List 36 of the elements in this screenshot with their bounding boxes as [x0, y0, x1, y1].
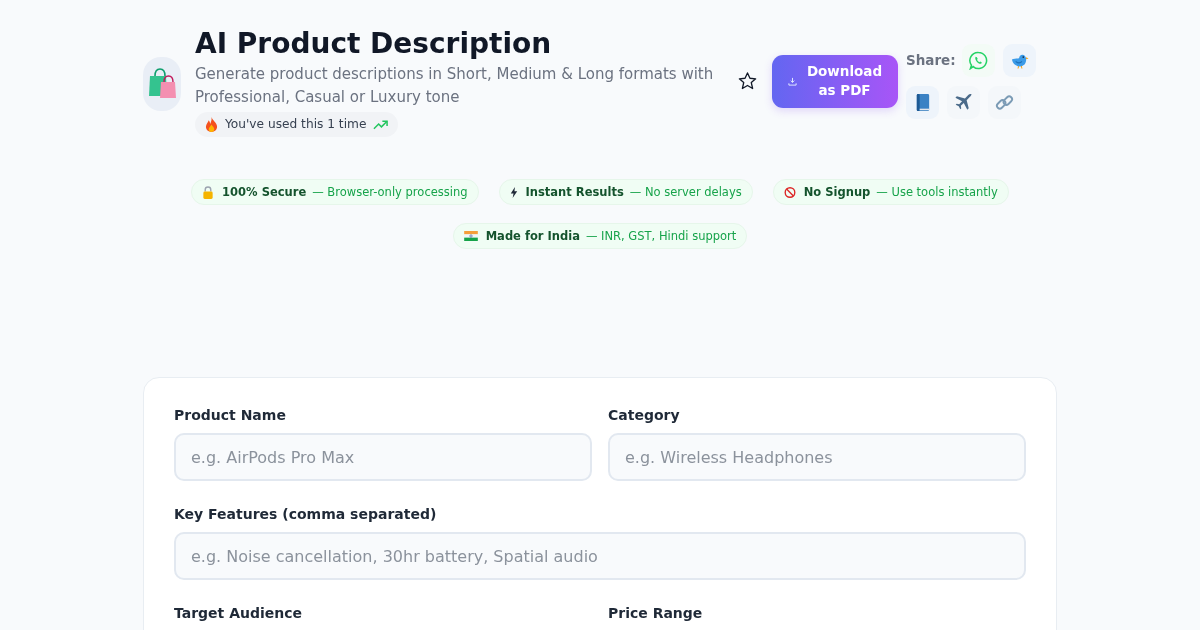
badge-detail: — INR, GST, Hindi support — [585, 228, 737, 244]
field-label: Target Audience — [174, 604, 304, 622]
field-label: Product Name — [174, 406, 287, 424]
text-input[interactable]: e.g. Wireless Headphones — [608, 433, 1026, 481]
share-button[interactable] — [947, 85, 980, 119]
share-label: Share: — [906, 51, 954, 69]
star-icon[interactable] — [738, 72, 757, 90]
badge-detail: — Use tools instantly — [876, 184, 998, 200]
flag-icon — [463, 231, 478, 241]
lightning-icon — [509, 186, 518, 198]
phone-bubble-icon — [969, 50, 988, 70]
download-icon — [787, 76, 797, 86]
badge-title: Made for India — [485, 228, 580, 244]
share-button[interactable] — [1003, 43, 1036, 77]
download-pdf-button[interactable]: Download as PDF — [772, 54, 898, 108]
text-input[interactable]: e.g. AirPods Pro Max — [174, 433, 592, 481]
fire-icon — [205, 117, 218, 132]
badge-title: Instant Results — [525, 184, 624, 200]
lock-icon — [202, 185, 215, 199]
badge-detail: — No server delays — [629, 184, 742, 200]
page-subtitle: Generate product descriptions in Short, Medium & Long formats with Professional, Casual or Luxury tone — [195, 64, 715, 108]
field-label: Key Features (comma separated) — [174, 505, 438, 523]
badge-title: 100% Secure — [222, 184, 307, 200]
page-title: AI Product Description — [195, 26, 552, 62]
field-label: Price Range — [608, 604, 704, 622]
field-label: Category — [608, 406, 681, 424]
no-entry-icon — [783, 185, 796, 199]
trend-up-icon — [373, 119, 389, 130]
usage-text: You've used this 1 time — [225, 117, 367, 132]
share-button[interactable] — [906, 85, 939, 119]
airplane-icon — [954, 92, 973, 112]
badge-detail: — Browser-only processing — [312, 184, 468, 200]
text-input[interactable]: e.g. Noise cancellation, 30hr battery, Spatial audio — [174, 532, 1026, 580]
link-icon — [995, 92, 1014, 112]
badge-title: No Signup — [803, 184, 871, 200]
shopping-bags-icon — [143, 57, 181, 111]
